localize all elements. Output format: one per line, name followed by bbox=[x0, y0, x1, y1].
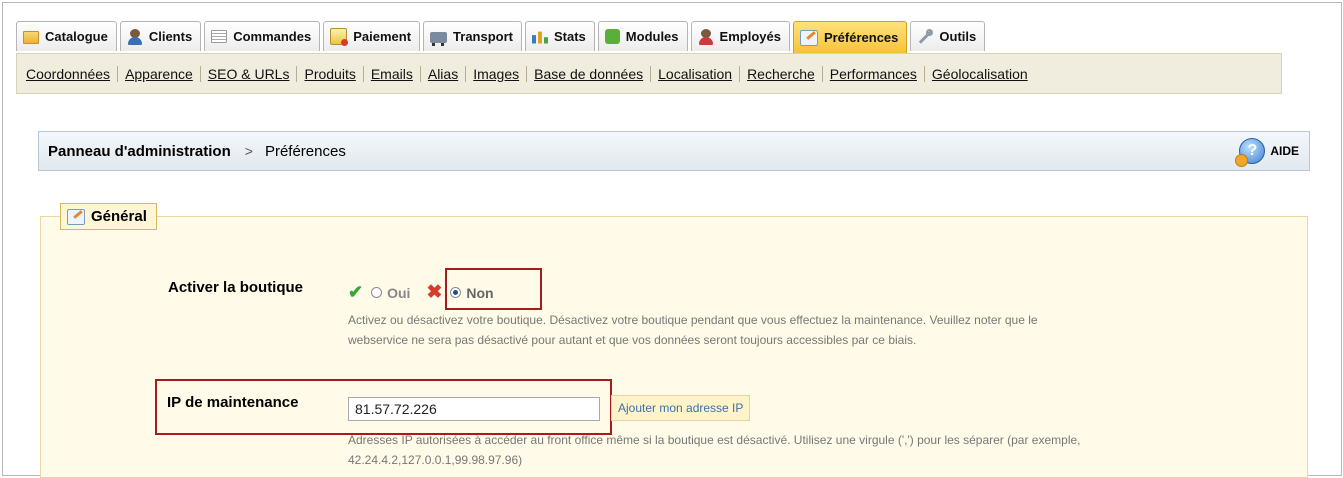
subnav-localisation[interactable]: Localisation bbox=[651, 65, 741, 82]
tab-label: Préférences bbox=[823, 30, 899, 45]
tab-stats[interactable]: Stats bbox=[525, 21, 595, 51]
subnav-performances[interactable]: Performances bbox=[823, 65, 925, 82]
check-icon: ✔ bbox=[348, 282, 364, 302]
preferences-icon bbox=[799, 29, 818, 46]
preferences-icon bbox=[67, 208, 85, 225]
tab-label: Paiement bbox=[353, 29, 412, 44]
employees-icon bbox=[698, 28, 714, 45]
tab-clients[interactable]: Clients bbox=[119, 21, 202, 51]
admin-window: Catalogue Clients Commandes Paiement Tra… bbox=[2, 2, 1342, 478]
puzzle-icon bbox=[604, 29, 620, 44]
breadcrumb-root[interactable]: Panneau d'administration bbox=[48, 143, 231, 160]
legend-title: Général bbox=[91, 208, 147, 225]
folder-icon bbox=[23, 31, 39, 44]
tab-catalogue[interactable]: Catalogue bbox=[16, 21, 117, 51]
tab-commandes[interactable]: Commandes bbox=[204, 21, 321, 51]
tab-modules[interactable]: Modules bbox=[597, 21, 688, 51]
radio-oui[interactable] bbox=[371, 287, 383, 298]
tab-label: Clients bbox=[148, 29, 193, 44]
tab-employes[interactable]: Employés bbox=[690, 21, 790, 51]
radio-oui-label: Oui bbox=[387, 284, 411, 301]
help-line: Adresses IP autorisées à accéder au fron… bbox=[348, 433, 1081, 447]
help-line: Activez ou désactivez votre boutique. Dé… bbox=[348, 313, 1038, 327]
help-line: 42.24.4.2,127.0.0.1,99.98.97.96) bbox=[348, 453, 523, 467]
maintenance-ip-label: IP de maintenance bbox=[167, 394, 299, 411]
subnav-alias[interactable]: Alias bbox=[421, 65, 467, 82]
breadcrumb-current: Préférences bbox=[264, 142, 346, 160]
subnav-images[interactable]: Images bbox=[466, 65, 528, 82]
maintenance-ip-help: Adresses IP autorisées à accéder au fron… bbox=[348, 430, 1081, 470]
tab-label: Outils bbox=[939, 29, 977, 44]
payment-icon bbox=[330, 28, 349, 46]
clients-icon bbox=[127, 28, 143, 45]
tab-outils[interactable]: Outils bbox=[910, 21, 986, 51]
truck-icon bbox=[430, 32, 448, 46]
subnav-geolocalisation[interactable]: Géolocalisation bbox=[925, 66, 1035, 82]
subnav-emails[interactable]: Emails bbox=[364, 65, 421, 82]
shop-enable-help: Activez ou désactivez votre boutique. Dé… bbox=[348, 310, 1038, 350]
subnav-recherche[interactable]: Recherche bbox=[740, 65, 823, 82]
tab-paiement[interactable]: Paiement bbox=[323, 21, 421, 51]
breadcrumb: Panneau d'administration > Préférences ?… bbox=[38, 131, 1310, 171]
tab-preferences[interactable]: Préférences bbox=[792, 21, 908, 53]
tab-label: Catalogue bbox=[45, 29, 108, 44]
sub-navigation: Coordonnées Apparence SEO & URLs Produit… bbox=[16, 53, 1282, 94]
stats-icon bbox=[532, 31, 548, 44]
tab-label: Commandes bbox=[233, 29, 312, 44]
tab-label: Employés bbox=[719, 29, 781, 44]
fieldset-legend: Général bbox=[60, 203, 157, 230]
cross-icon: ✖ bbox=[426, 282, 443, 303]
help-icon: ? bbox=[1235, 138, 1266, 167]
subnav-coordonnees[interactable]: Coordonnées bbox=[19, 65, 119, 82]
highlight-box bbox=[445, 268, 542, 310]
tab-label: Stats bbox=[554, 29, 586, 44]
main-tabs: Catalogue Clients Commandes Paiement Tra… bbox=[16, 21, 988, 53]
tab-transport[interactable]: Transport bbox=[423, 21, 522, 51]
tools-icon bbox=[917, 28, 934, 45]
tab-label: Modules bbox=[625, 29, 679, 44]
subnav-apparence[interactable]: Apparence bbox=[118, 65, 201, 82]
maintenance-ip-input[interactable] bbox=[348, 397, 600, 421]
subnav-produits[interactable]: Produits bbox=[297, 65, 364, 82]
breadcrumb-separator: > bbox=[244, 143, 253, 159]
subnav-seo-urls[interactable]: SEO & URLs bbox=[201, 65, 298, 82]
subnav-base-de-donnees[interactable]: Base de données bbox=[527, 65, 652, 82]
shop-enable-label: Activer la boutique bbox=[168, 279, 304, 296]
help-line: webservice ne sera pas désactivé pour au… bbox=[348, 333, 917, 347]
help-label: AIDE bbox=[1270, 144, 1299, 158]
help-button[interactable]: ? AIDE bbox=[1235, 138, 1299, 167]
tab-label: Transport bbox=[453, 29, 513, 44]
orders-icon bbox=[211, 30, 228, 43]
add-my-ip-button[interactable]: Ajouter mon adresse IP bbox=[611, 395, 751, 421]
